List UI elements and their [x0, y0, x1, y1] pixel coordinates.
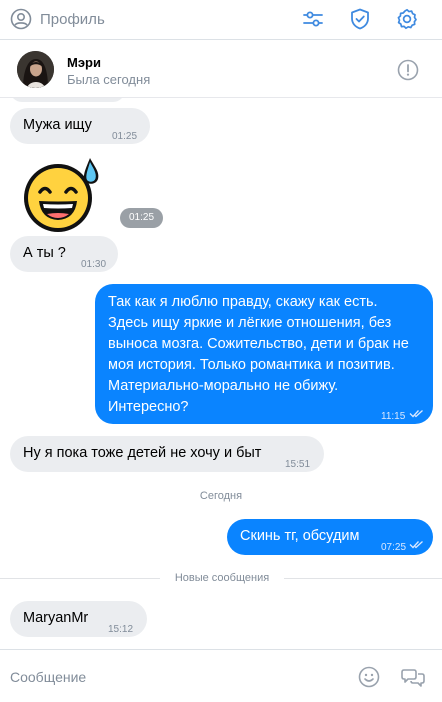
message-text: Скинь тг, обсудим	[240, 528, 360, 544]
gear-icon[interactable]	[395, 7, 419, 31]
message-time: 07:25	[381, 542, 407, 553]
message-bubble-outgoing[interactable]: Так как я люблю правду, скажу как есть. …	[95, 284, 433, 424]
message-input[interactable]	[10, 666, 340, 688]
double-check-icon	[409, 541, 423, 549]
contact-name[interactable]: Мэри	[67, 55, 101, 70]
message-time: 15:12	[108, 624, 134, 635]
contact-status: Была сегодня	[67, 72, 151, 87]
message-list[interactable]: Мужа ищу 01:25 01:25 А ты ? 01:30 Так ка…	[0, 98, 442, 649]
message-time: 01:25	[112, 131, 138, 142]
date-separator: Сегодня	[199, 490, 243, 502]
message-bubble-incoming[interactable]: MaryanMr 15:12	[10, 601, 147, 637]
message-text: Ну я пока тоже детей не хочу и быт	[23, 445, 262, 461]
divider	[284, 578, 442, 579]
new-messages-label: Новые сообщения	[174, 572, 270, 584]
chat-bubbles-icon[interactable]	[401, 666, 425, 688]
profile-link[interactable]: Профиль	[10, 7, 105, 31]
message-time: 15:51	[285, 459, 311, 470]
grinning-sweat-emoji-sticker[interactable]	[18, 154, 104, 234]
profile-label: Профиль	[40, 10, 105, 28]
avatar-photo	[17, 51, 54, 88]
message-bubble-incoming[interactable]: Ну я пока тоже детей не хочу и быт 15:51	[10, 436, 324, 472]
top-bar: Профиль	[0, 0, 442, 40]
double-check-icon	[409, 410, 423, 418]
message-bubble-partial	[10, 98, 125, 102]
sticker-time-badge: 01:25	[120, 208, 163, 228]
message-text: А ты ?	[23, 245, 66, 261]
message-time: 11:15	[381, 411, 406, 422]
shield-check-icon[interactable]	[348, 7, 372, 31]
divider	[0, 578, 160, 579]
filter-icon[interactable]	[301, 7, 325, 31]
new-messages-separator: Новые сообщения	[0, 572, 442, 586]
message-time: 01:30	[81, 259, 107, 270]
message-bubble-incoming[interactable]: А ты ? 01:30	[10, 236, 118, 272]
info-icon[interactable]	[397, 59, 419, 81]
message-text: Мужа ищу	[23, 117, 92, 133]
message-bubble-outgoing[interactable]: Скинь тг, обсудим 07:25	[227, 519, 433, 555]
avatar[interactable]	[17, 51, 54, 88]
message-text: Так как я люблю правду, скажу как есть. …	[108, 294, 409, 415]
message-composer	[0, 649, 442, 702]
message-bubble-incoming[interactable]: Мужа ищу 01:25	[10, 108, 150, 144]
message-text: MaryanMr	[23, 610, 89, 626]
user-circle-icon	[10, 8, 32, 30]
smile-icon[interactable]	[358, 666, 380, 688]
chat-header: Мэри Была сегодня	[0, 41, 442, 98]
